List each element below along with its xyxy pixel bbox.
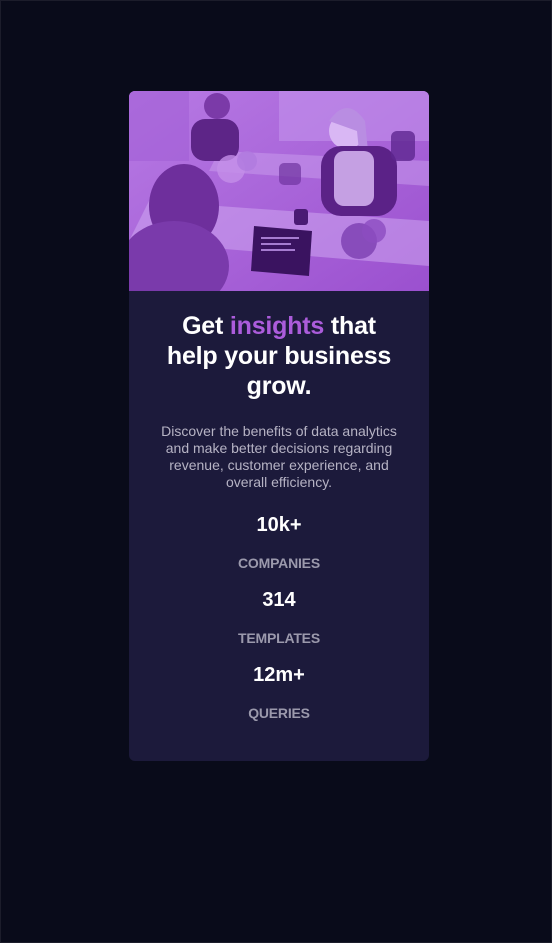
page-background: Get insights that help your business gro… <box>0 0 552 943</box>
stat-queries: 12m+ QUERIES <box>151 663 407 721</box>
stats-preview-card: Get insights that help your business gro… <box>129 91 429 761</box>
stat-label: TEMPLATES <box>238 630 320 646</box>
page-title: Get insights that help your business gro… <box>164 311 394 401</box>
headline-accent: insights <box>229 312 325 340</box>
stats-list: 10k+ COMPANIES 314 TEMPLATES 12m+ QUERIE… <box>151 513 407 721</box>
stat-value: 10k+ <box>256 514 302 536</box>
stat-label: QUERIES <box>248 705 310 721</box>
stat-templates: 314 TEMPLATES <box>151 588 407 646</box>
headline-prefix: Get <box>182 312 224 340</box>
stat-label: COMPANIES <box>238 555 320 571</box>
stat-value: 12m+ <box>253 664 305 686</box>
hero-image <box>129 91 429 291</box>
stat-value: 314 <box>262 589 296 611</box>
description-text: Discover the benefits of data analytics … <box>161 423 397 490</box>
stat-companies: 10k+ COMPANIES <box>151 513 407 571</box>
office-team-photo-icon <box>129 91 429 291</box>
